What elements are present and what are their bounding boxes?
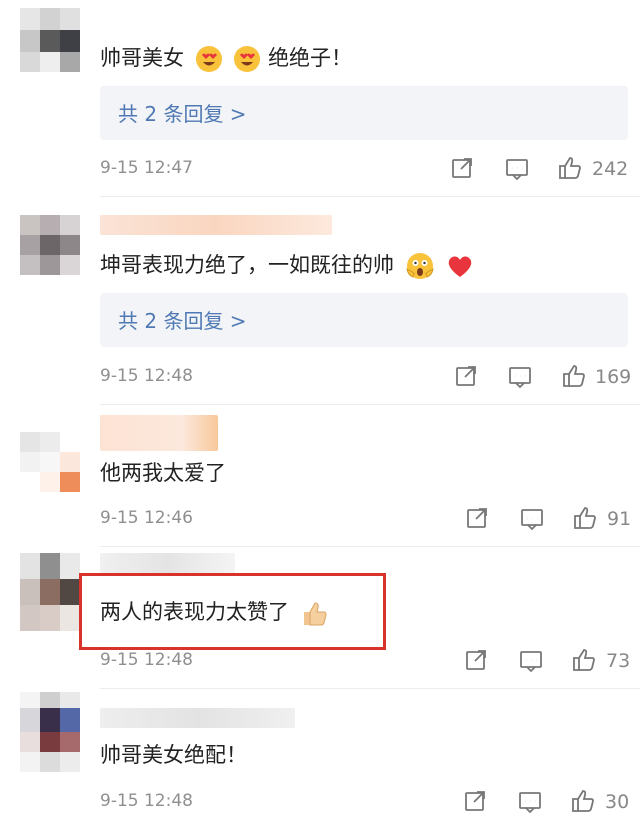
username-blurred[interactable] — [100, 215, 332, 235]
divider — [100, 196, 640, 197]
like-icon[interactable] — [562, 364, 586, 388]
avatar[interactable] — [20, 8, 80, 72]
like-icon[interactable] — [558, 156, 582, 180]
comment-icon[interactable] — [505, 157, 529, 181]
comment-text: 坤哥表现力绝了，一如既往的帅 — [100, 250, 475, 281]
divider — [100, 404, 640, 405]
comment-text: 帅哥美女绝配！ — [100, 743, 247, 767]
timestamp: 9-15 12:48 — [100, 366, 193, 386]
avatar[interactable] — [20, 692, 80, 772]
like-icon[interactable] — [572, 648, 596, 672]
comment-icon[interactable] — [519, 649, 543, 673]
like-count: 73 — [606, 650, 631, 672]
like-count: 169 — [595, 366, 632, 388]
divider — [100, 546, 640, 547]
scream-emoji — [406, 253, 434, 279]
replies-link[interactable]: 共 2 条回复 > — [100, 293, 628, 347]
share-icon[interactable] — [450, 156, 474, 180]
share-icon[interactable] — [463, 789, 487, 813]
timestamp: 9-15 12:47 — [100, 158, 193, 178]
timestamp: 9-15 12:46 — [100, 508, 193, 528]
share-icon[interactable] — [454, 364, 478, 388]
heart-emoji — [449, 256, 472, 277]
heart-eyes-emoji — [234, 46, 261, 72]
timestamp: 9-15 12:48 — [100, 650, 193, 670]
comment-text: 帅哥美女 绝绝子！ — [100, 43, 352, 73]
like-icon[interactable] — [571, 789, 595, 813]
username-blurred[interactable] — [100, 415, 218, 451]
heart-eyes-emoji — [195, 46, 222, 72]
like-count: 30 — [605, 791, 630, 813]
share-icon[interactable] — [465, 506, 489, 530]
highlight-box — [79, 573, 386, 650]
like-count: 242 — [592, 158, 629, 180]
avatar[interactable] — [20, 432, 80, 492]
avatar[interactable] — [20, 553, 80, 631]
comment-icon[interactable] — [520, 507, 544, 531]
divider — [100, 688, 640, 689]
replies-link[interactable]: 共 2 条回复 > — [100, 86, 628, 140]
comment-icon[interactable] — [518, 790, 542, 814]
comment-text: 他两我太爱了 — [100, 461, 226, 485]
comment-icon[interactable] — [508, 365, 532, 389]
username-blurred[interactable] — [100, 708, 295, 728]
username-blurred[interactable] — [100, 553, 235, 575]
timestamp: 9-15 12:48 — [100, 791, 193, 811]
share-icon[interactable] — [464, 648, 488, 672]
avatar[interactable] — [20, 215, 80, 275]
like-count: 91 — [607, 508, 632, 530]
like-icon[interactable] — [573, 506, 597, 530]
